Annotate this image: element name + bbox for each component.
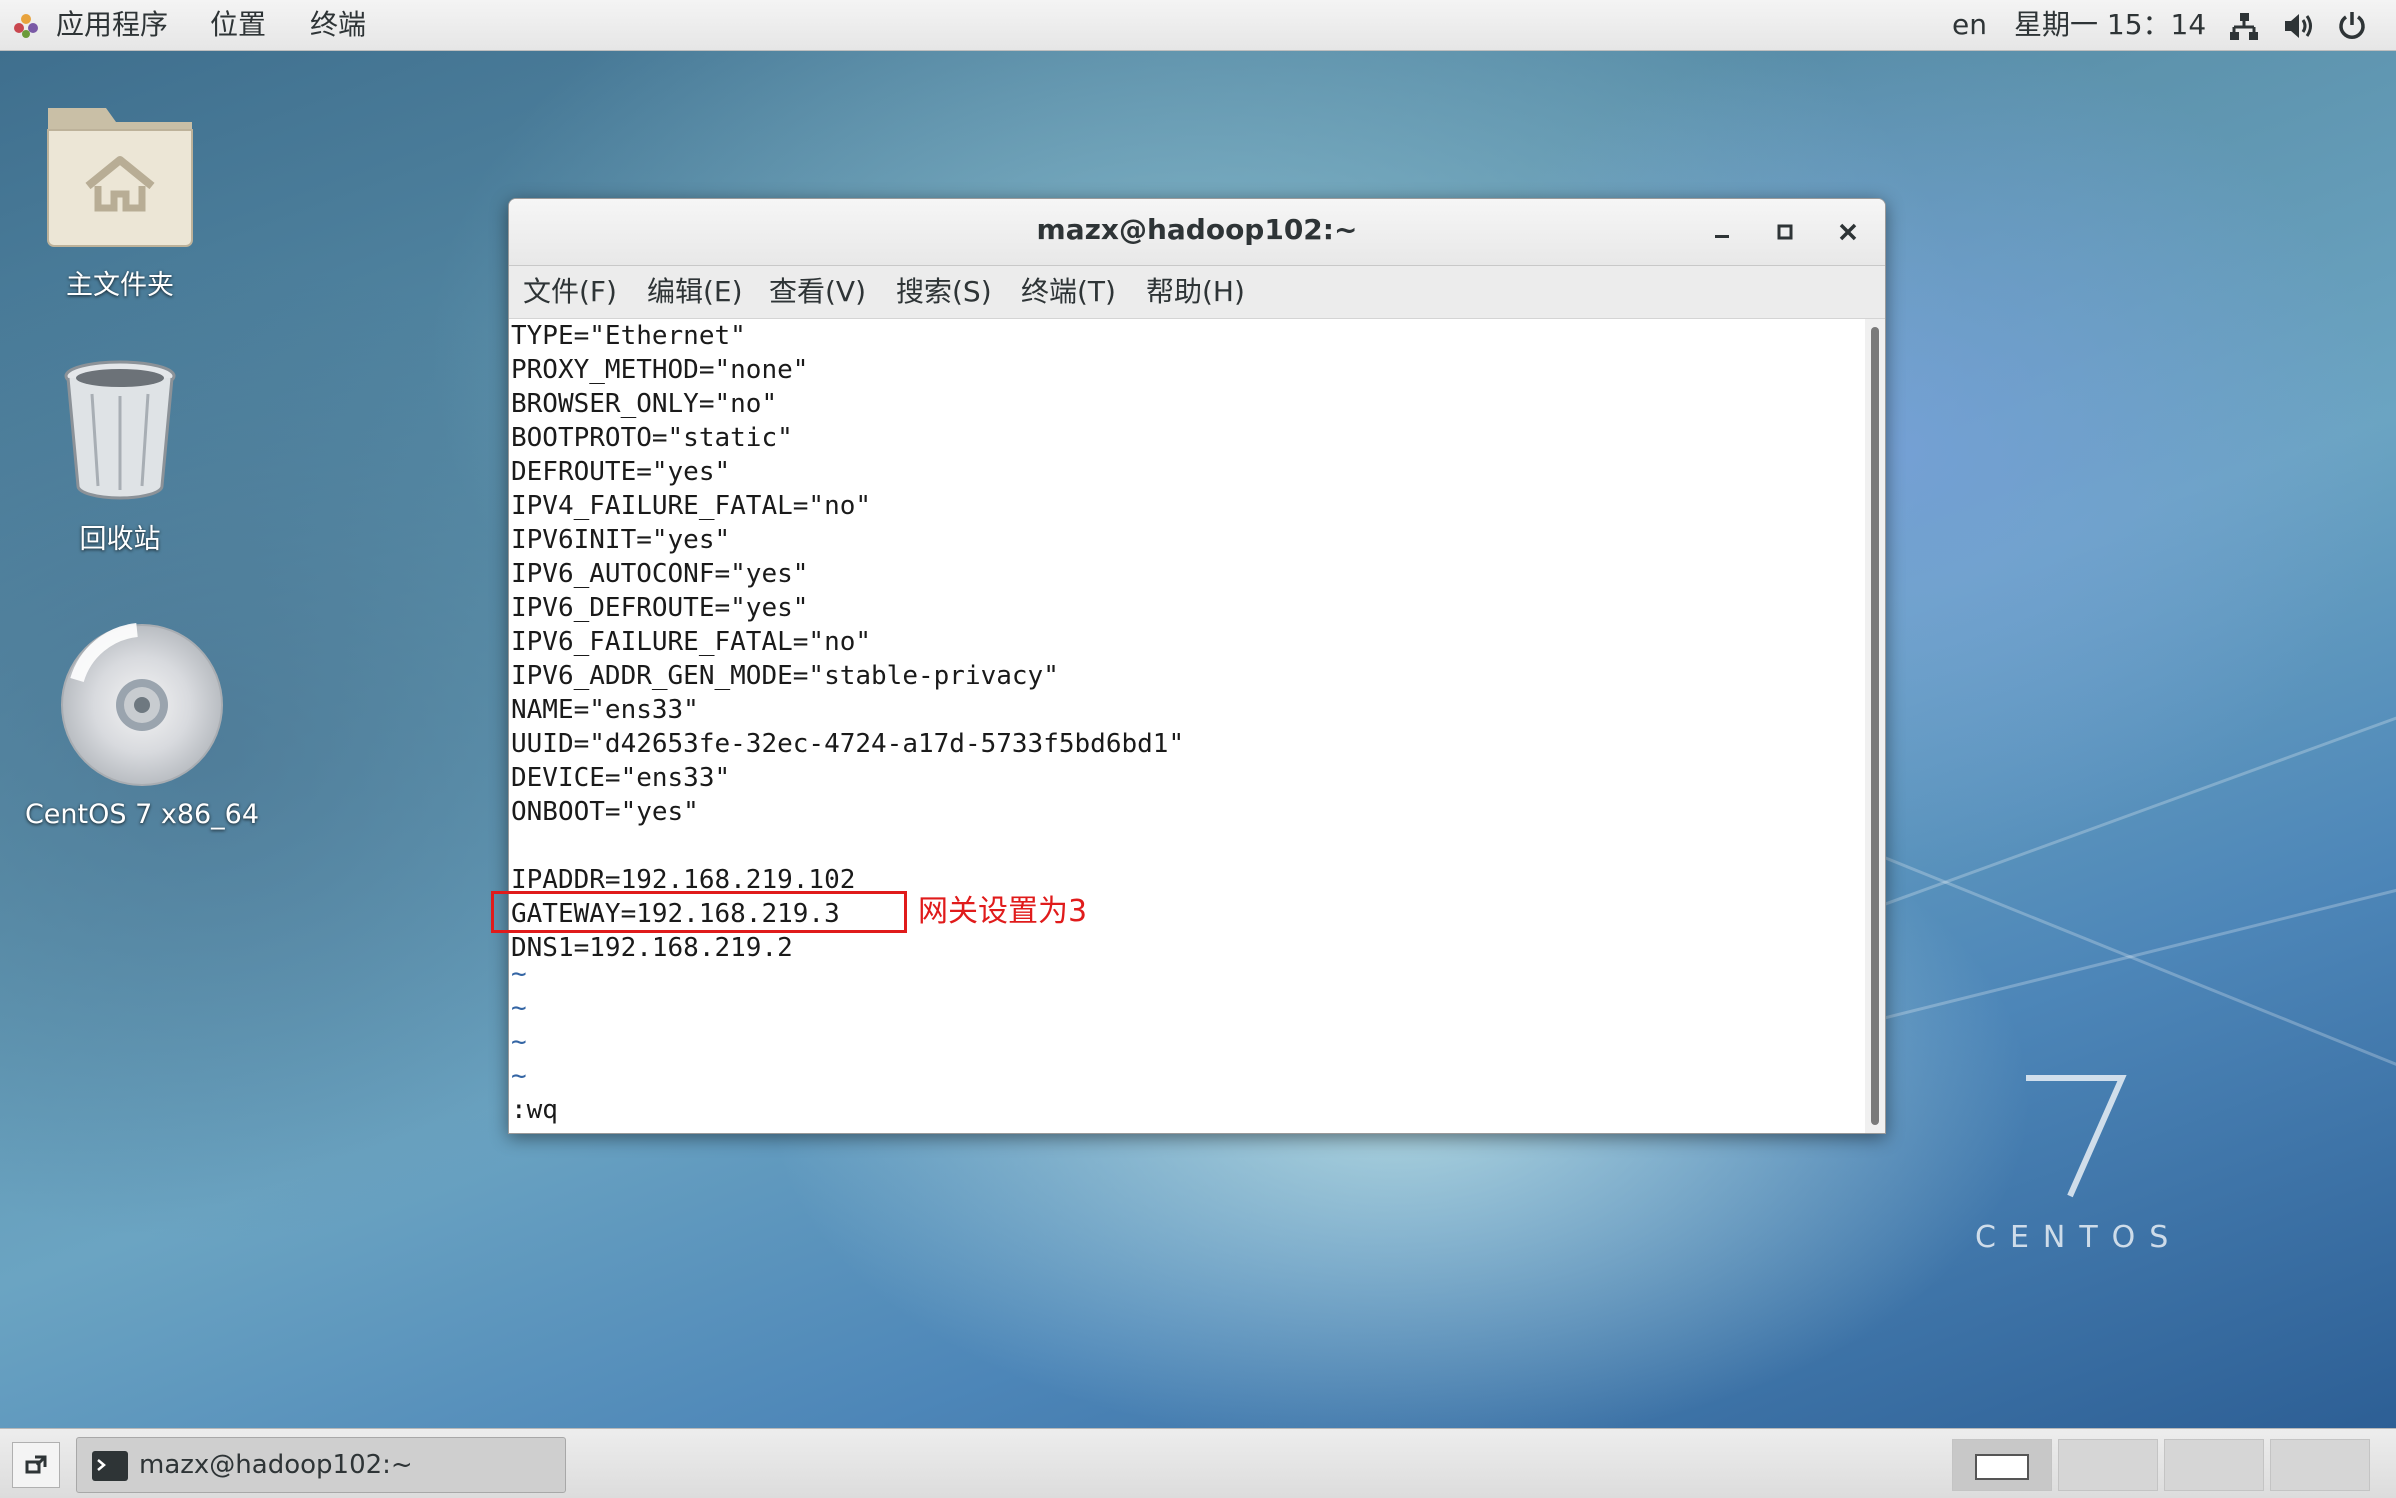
terminal-line: TYPE="Ethernet" (511, 321, 746, 351)
workspace-window-preview (1975, 1454, 2029, 1480)
clock[interactable]: 星期一 15：14 (2014, 6, 2206, 44)
applications-icon (14, 14, 38, 38)
terminal-line: UUID="d42653fe-32ec-4724-a17d-5733f5bd6b… (511, 729, 1185, 759)
minimize-button[interactable] (1705, 215, 1739, 249)
menu-search[interactable]: 搜索(S) (896, 274, 992, 310)
window-titlebar[interactable]: mazx@hadoop102:~ (509, 199, 1885, 266)
desktop-icon-disc[interactable]: CentOS 7 x86_64 (22, 620, 262, 830)
disc-icon (61, 623, 223, 786)
places-menu[interactable]: 位置 (210, 6, 266, 44)
desktop-icon-home[interactable]: 主文件夹 (30, 94, 210, 302)
terminal-line: DNS1=192.168.219.2 (511, 933, 793, 963)
workspace-4[interactable] (2270, 1439, 2370, 1491)
menu-file[interactable]: 文件(F) (523, 274, 617, 310)
desktop-icon-label: CentOS 7 x86_64 (24, 799, 260, 830)
show-desktop-button[interactable] (12, 1442, 60, 1488)
terminal-line: IPV4_FAILURE_FATAL="no" (511, 491, 872, 521)
workspace-1[interactable] (1952, 1439, 2052, 1491)
window-title: mazx@hadoop102:~ (1036, 213, 1358, 246)
scrollbar-thumb[interactable] (1871, 327, 1879, 1125)
menu-view[interactable]: 查看(V) (769, 274, 866, 310)
power-icon[interactable] (2336, 10, 2368, 42)
terminal-line: PROXY_METHOD="none" (511, 355, 809, 385)
volume-icon[interactable] (2282, 10, 2314, 42)
taskbar-window-button[interactable]: mazx@hadoop102:~ (76, 1437, 566, 1493)
terminal-line: IPV6_AUTOCONF="yes" (511, 559, 809, 589)
terminal-line: IPV6_ADDR_GEN_MODE="stable-privacy" (511, 661, 1059, 691)
terminal-line: NAME="ens33" (511, 695, 699, 725)
terminal-line: DEFROUTE="yes" (511, 457, 731, 487)
annotation-highlight-box (491, 891, 907, 933)
bottom-taskbar: mazx@hadoop102:~ (0, 1428, 2396, 1498)
empty-line-tilde: ~ (511, 1027, 527, 1057)
desktop-icon-label: 回收站 (79, 524, 161, 555)
trash-icon (64, 360, 176, 500)
home-folder-icon (47, 108, 193, 247)
terminal-line: BOOTPROTO="static" (511, 423, 793, 453)
language-indicator[interactable]: en (1952, 6, 1987, 44)
taskbar-window-label: mazx@hadoop102:~ (139, 1450, 413, 1480)
close-button[interactable] (1831, 215, 1865, 249)
terminal-line: BROWSER_ONLY="no" (511, 389, 778, 419)
desktop-icon-label: 主文件夹 (66, 270, 174, 301)
terminal-line: IPV6INIT="yes" (511, 525, 731, 555)
terminal-window[interactable]: mazx@hadoop102:~ 文件(F) 编辑(E) 查看(V) 搜索(S)… (508, 198, 1886, 1134)
centos-logo-text: CENTOS (1975, 1220, 2183, 1255)
terminal-line: IPV6_DEFROUTE="yes" (511, 593, 809, 623)
menu-terminal[interactable]: 终端(T) (1021, 274, 1116, 310)
top-panel: 应用程序 位置 终端 en 星期一 15：14 (0, 0, 2396, 51)
maximize-button[interactable] (1768, 215, 1802, 249)
empty-line-tilde: ~ (511, 959, 527, 989)
window-menubar: 文件(F) 编辑(E) 查看(V) 搜索(S) 终端(T) 帮助(H) (509, 266, 1885, 319)
centos-logo-seven (2026, 1075, 2127, 1198)
workspace-2[interactable] (2058, 1439, 2158, 1491)
background-streak (1819, 830, 2396, 1073)
terminal-line: IPV6_FAILURE_FATAL="no" (511, 627, 872, 657)
terminal-line: DEVICE="ens33" (511, 763, 731, 793)
terminal-content[interactable]: TYPE="Ethernet" PROXY_METHOD="none" BROW… (509, 319, 1863, 1133)
applications-menu[interactable]: 应用程序 (56, 6, 168, 44)
terminal-icon (92, 1451, 128, 1481)
network-icon[interactable] (2228, 10, 2260, 42)
menu-edit[interactable]: 编辑(E) (647, 274, 743, 310)
menu-help[interactable]: 帮助(H) (1146, 274, 1245, 310)
empty-line-tilde: ~ (511, 993, 527, 1023)
show-desktop-icon (25, 1455, 47, 1474)
workspace-3[interactable] (2164, 1439, 2264, 1491)
desktop-icon-trash[interactable]: 回收站 (30, 354, 210, 556)
terminal-scrollbar[interactable] (1865, 319, 1885, 1133)
terminal-menu[interactable]: 终端 (310, 6, 366, 44)
empty-line-tilde: ~ (511, 1061, 527, 1091)
vim-command-line[interactable]: :wq (511, 1093, 558, 1127)
annotation-text: 网关设置为3 (918, 894, 1088, 929)
terminal-line: ONBOOT="yes" (511, 797, 699, 827)
